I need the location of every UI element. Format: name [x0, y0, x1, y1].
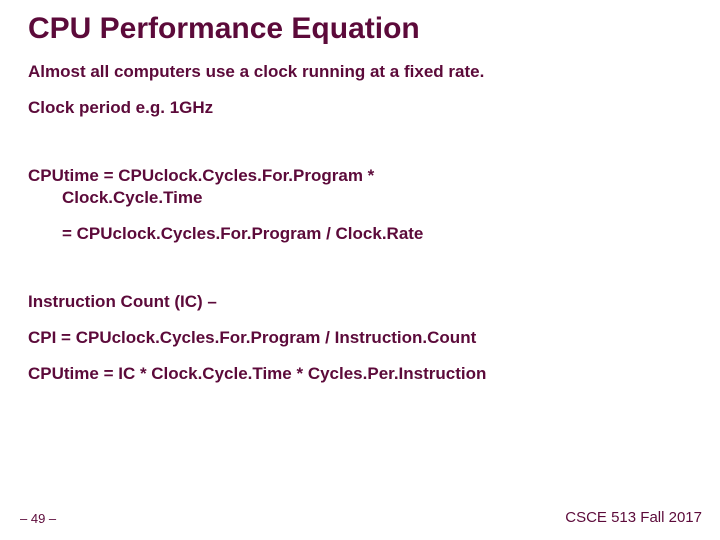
slide-body: Almost all computers use a clock running…: [28, 61, 692, 386]
text-cputime-eq1-a: CPUtime = CPUclock.Cycles.For.Program *: [28, 166, 374, 185]
text-cputime-eq1: CPUtime = CPUclock.Cycles.For.Program * …: [28, 165, 692, 209]
text-cputime-eq2: = CPUclock.Cycles.For.Program / Clock.Ra…: [28, 223, 692, 245]
slide: CPU Performance Equation Almost all comp…: [0, 0, 720, 540]
text-cputime-eq1-b: Clock.Cycle.Time: [28, 188, 202, 207]
footer-course: CSCE 513 Fall 2017: [565, 509, 702, 526]
text-ic: Instruction Count (IC) –: [28, 291, 692, 313]
text-clock-period: Clock period e.g. 1GHz: [28, 97, 692, 119]
text-intro: Almost all computers use a clock running…: [28, 61, 692, 83]
footer-page-number: – 49 –: [20, 511, 56, 526]
slide-title: CPU Performance Equation: [28, 12, 692, 47]
text-cputime-eq3: CPUtime = IC * Clock.Cycle.Time * Cycles…: [28, 363, 692, 385]
text-cpi: CPI = CPUclock.Cycles.For.Program / Inst…: [28, 327, 692, 349]
